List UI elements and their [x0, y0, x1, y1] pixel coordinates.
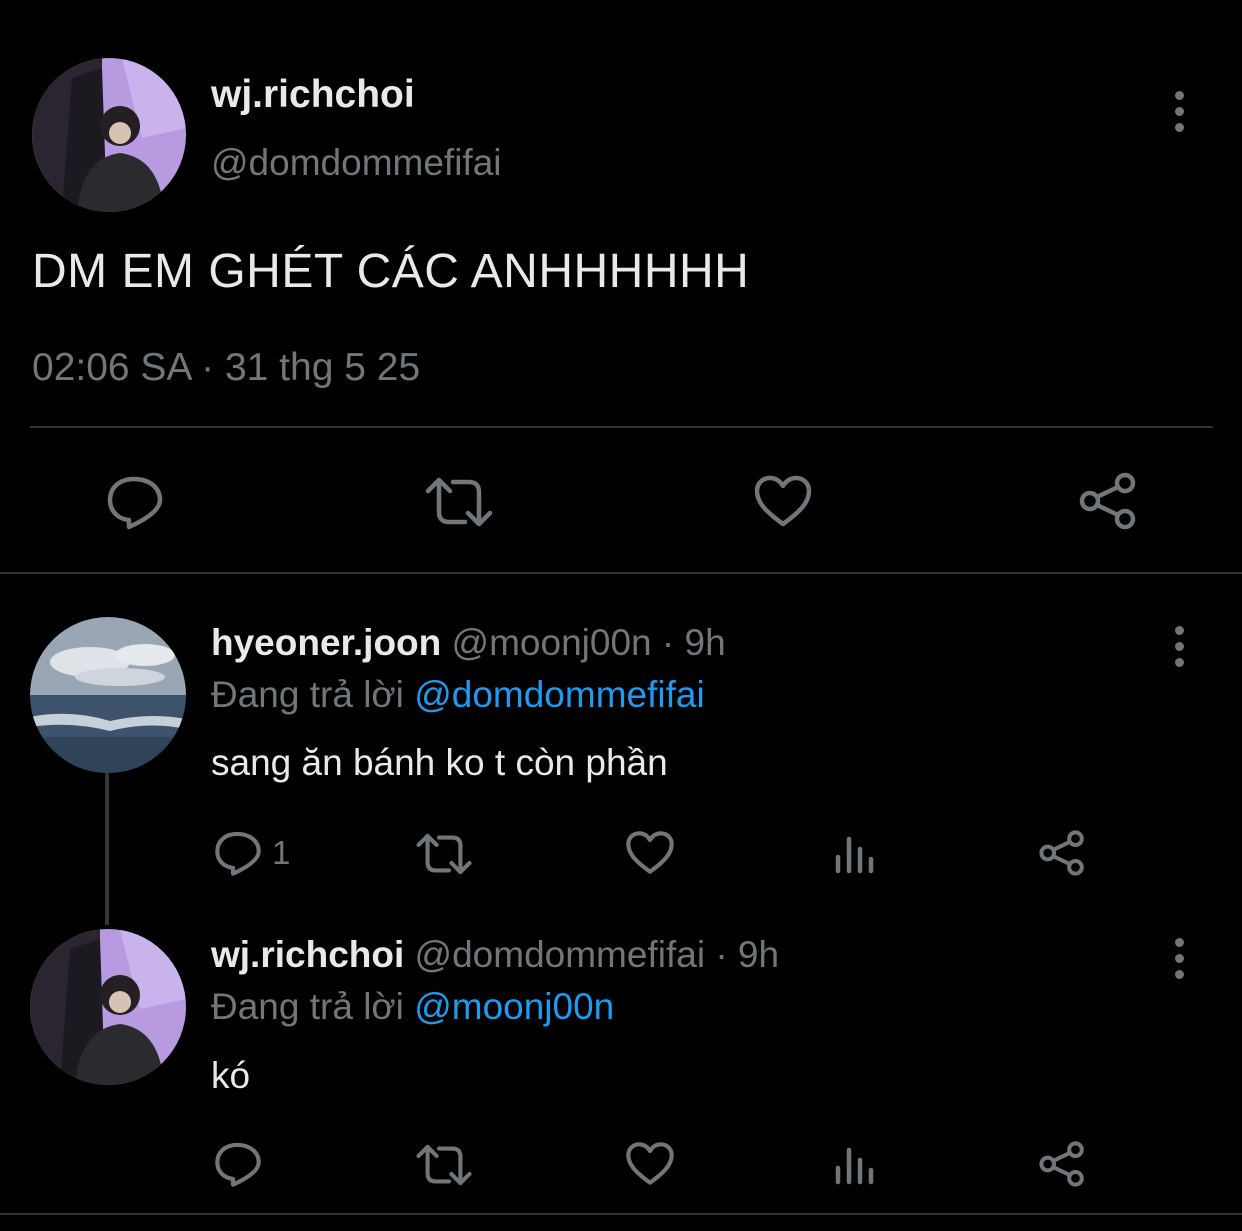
share-icon[interactable] [1078, 472, 1138, 530]
views-icon[interactable] [834, 833, 878, 875]
more-options-icon[interactable] [1171, 626, 1187, 667]
reply-icon[interactable] [214, 829, 262, 877]
author-display-name[interactable]: wj.richchoi [211, 73, 415, 117]
share-icon[interactable] [1038, 1141, 1086, 1187]
reply-icon[interactable] [106, 474, 164, 530]
reply-header: hyeoner.joon @moonj00n · 9h [211, 622, 726, 664]
tweet-text: DM EM GHÉT CÁC ANHHHHHH [32, 245, 750, 298]
reply-display-name[interactable]: hyeoner.joon [211, 622, 441, 663]
replying-to-line: Đang trả lời @moonj00n [211, 986, 614, 1028]
like-icon[interactable] [625, 1141, 675, 1186]
replying-to-line: Đang trả lời @domdommefifai [211, 674, 705, 716]
share-icon[interactable] [1038, 830, 1086, 876]
thread-line [105, 773, 109, 925]
reply-count: 1 [272, 834, 291, 871]
like-icon[interactable] [625, 830, 675, 875]
reply-display-name[interactable]: wj.richchoi [211, 934, 404, 975]
divider [0, 1213, 1242, 1215]
divider [0, 572, 1242, 574]
retweet-icon[interactable] [415, 831, 473, 877]
avatar[interactable] [30, 617, 186, 773]
divider [30, 426, 1213, 428]
reply-icon[interactable] [214, 1140, 262, 1188]
more-options-icon[interactable] [1171, 91, 1187, 132]
avatar[interactable] [32, 58, 186, 212]
views-icon[interactable] [834, 1144, 878, 1186]
reply-header: wj.richchoi @domdommefifai · 9h [211, 934, 779, 976]
replying-to-link[interactable]: @domdommefifai [414, 674, 705, 715]
author-handle[interactable]: @domdommefifai [211, 142, 502, 184]
replying-to-label: Đang trả lời [211, 986, 404, 1027]
reply-text: kó [211, 1055, 251, 1096]
more-options-icon[interactable] [1171, 938, 1187, 979]
retweet-icon[interactable] [424, 474, 494, 530]
replying-to-label: Đang trả lời [211, 674, 404, 715]
retweet-icon[interactable] [415, 1142, 473, 1188]
reply-handle-time[interactable]: @moonj00n · 9h [452, 622, 726, 663]
tweet-timestamp[interactable]: 02:06 SA · 31 thg 5 25 [32, 346, 420, 390]
replying-to-link[interactable]: @moonj00n [414, 986, 614, 1027]
reply-text: sang ăn bánh ko t còn phần [211, 742, 668, 783]
reply-handle-time[interactable]: @domdommefifai · 9h [415, 934, 780, 975]
like-icon[interactable] [753, 474, 813, 528]
avatar[interactable] [30, 929, 186, 1085]
